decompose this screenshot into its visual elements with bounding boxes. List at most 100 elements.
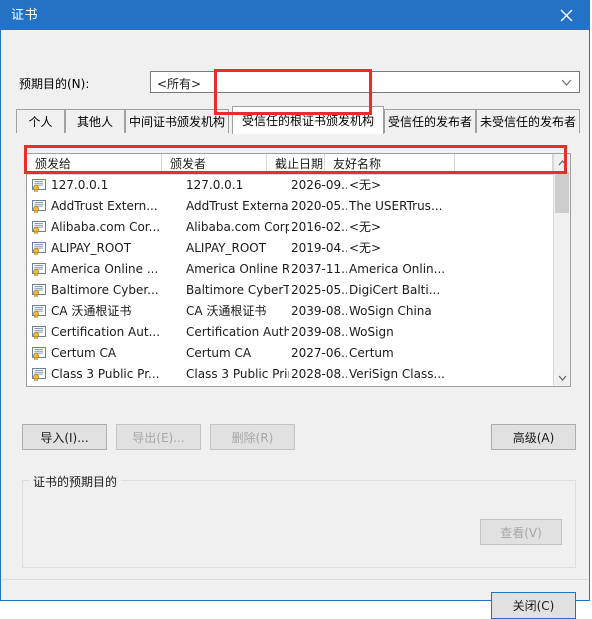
column-header-2[interactable]: 截止日期 [267,154,325,174]
intended-purpose-combobox[interactable]: <所有> [150,71,580,93]
cell-expiry: 2019-04... [291,241,347,255]
cell-friendly: WoSign [349,325,394,339]
close-glyph [560,9,572,22]
advanced-button[interactable]: 高级(A) [491,424,576,450]
table-row[interactable]: America Online ... America Online Ro...20… [27,259,553,280]
scrollbar-thumb[interactable] [555,172,569,213]
certificate-store-tabs: 个人 其他人 中间证书颁发机构 受信任的根证书颁发机构 受信任的发布者 未受信任的发布者 [16,106,580,134]
cell-issued_by: Alibaba.com Corp... [186,220,289,234]
cell-friendly: WoSign China [349,304,432,318]
import-button[interactable]: 导入(I)... [22,424,107,450]
cell-expiry: 2027-06... [291,346,347,360]
column-header-3[interactable]: 友好名称 [325,154,455,174]
list-rows: 127.0.0.1 127.0.0.1 2026-09... <无> AddTrust … [27,175,553,386]
intended-purpose-label: 预期目的(N): [19,77,90,91]
dialog-client-area: 预期目的(N): <所有> 个人 其他人 中间证书颁发机构 受信任的根证书颁发机构 受信… [2,30,588,619]
chevron-up-icon[interactable] [554,154,570,171]
cell-issued_by: America Online Ro... [186,262,289,276]
delete-button: 删除(R) [210,424,295,450]
tab-label: 中间证书颁发机构 [129,115,226,129]
list-scrollbar[interactable] [553,154,570,386]
certificate-icon [32,179,46,192]
tab-label: 个人 [28,115,53,129]
cell-expiry: 2039-08... [291,304,347,318]
table-row[interactable]: CA 沃通根证书 CA 沃通根证书 2039-08... WoSign China [27,301,553,322]
cell-issued_to: AddTrust Extern... [51,199,158,213]
cell-issued_by: ALIPAY_ROOT [186,241,267,255]
certificate-icon [32,221,46,234]
table-row[interactable]: Class 3 Public Pr... Class 3 Public Prim.… [27,364,553,385]
tab-5[interactable]: 未受信任的发布者 [476,109,580,133]
cell-expiry: 2025-05... [291,283,347,297]
cell-issued_to: Certification Aut... [51,325,161,339]
certificate-icon [32,200,46,213]
tab-4[interactable]: 受信任的发布者 [384,109,476,133]
window-title: 证书 [11,8,39,23]
view-button: 查看(V) [480,519,562,545]
tab-2[interactable]: 中间证书颁发机构 [125,109,229,133]
cell-expiry: 2037-11... [291,262,347,276]
certificate-icon [32,284,46,297]
list-header: 颁发给 颁发者 截止日期 友好名称 [27,154,570,175]
chevron-down-glyph [558,375,566,381]
certificate-icon [32,242,46,255]
tab-label: 其他人 [76,115,113,129]
chevron-down-icon [561,79,572,86]
column-header-4[interactable] [455,154,553,174]
cell-friendly: <无> [349,178,382,192]
certificate-icon [32,326,46,339]
certificate-icon [32,368,46,381]
certificate-icon [32,305,46,318]
tab-label: 未受信任的发布者 [480,115,577,129]
cell-issued_by: Baltimore CyberTr... [186,283,289,297]
intended-purpose-value: <所有> [157,77,202,91]
close-icon[interactable] [543,1,589,30]
cell-friendly: <无> [349,220,382,234]
cell-friendly: America Onlin... [349,262,446,276]
cell-issued_to: Class 3 Public Pr... [51,367,160,381]
table-row[interactable]: ALIPAY_ROOT ALIPAY_ROOT 2019-04... <无> [27,238,553,259]
cell-friendly: VeriSign Class... [349,367,445,381]
tab-1[interactable]: 其他人 [65,109,125,133]
table-row[interactable]: Alibaba.com Cor... Alibaba.com Corp...201… [27,217,553,238]
cell-friendly: <无> [349,241,382,255]
cell-issued_to: Baltimore Cyber... [51,283,159,297]
certificate-icon [32,263,46,276]
column-header-1[interactable]: 颁发者 [162,154,267,174]
table-row[interactable]: Certification Aut... Certification Autho.… [27,322,553,343]
tab-3[interactable]: 受信任的根证书颁发机构 [232,106,384,134]
cell-friendly: Certum [349,346,394,360]
cell-friendly: DigiCert Balti... [349,283,441,297]
cell-issued_to: 127.0.0.1 [51,178,109,192]
cell-friendly: The USERTrus... [349,199,443,213]
table-row[interactable]: AddTrust Extern... AddTrust External ...2… [27,196,553,217]
close-button[interactable]: 关闭(C) [491,592,576,619]
cell-expiry: 2028-08... [291,367,347,381]
cell-expiry: 2026-09... [291,178,347,192]
certificate-icon [32,347,46,360]
cell-expiry: 2016-02... [291,220,347,234]
certificates-list[interactable]: 颁发给 颁发者 截止日期 友好名称 127.0.0.1 127.0.0.1 2026-09… [26,153,571,387]
cell-expiry: 2020-05... [291,199,347,213]
column-header-0[interactable]: 颁发给 [27,154,162,174]
cell-issued_by: 127.0.0.1 [186,178,244,192]
table-row[interactable]: 127.0.0.1 127.0.0.1 2026-09... <无> [27,175,553,196]
cell-issued_by: Class 3 Public Prim... [186,367,289,381]
cell-expiry: 2039-08... [291,325,347,339]
tab-label: 受信任的发布者 [388,115,473,129]
tab-0[interactable]: 个人 [16,109,65,133]
cell-issued_to: CA 沃通根证书 [51,304,132,318]
cell-issued_by: Certum CA [186,346,252,360]
intended-purposes-groupbox-label: 证书的预期目的 [29,473,122,490]
certificates-dialog: 证书 预期目的(N): <所有> 个人 其他人 中间证书颁发机构 受信任的根证书颁发机… [0,0,590,619]
cell-issued_to: Alibaba.com Cor... [51,220,161,234]
cell-issued_to: Certum CA [51,346,117,360]
cell-issued_by: AddTrust External ... [186,199,289,213]
table-row[interactable]: Baltimore Cyber... Baltimore CyberTr...20… [27,280,553,301]
chevron-down-icon[interactable] [554,369,570,386]
cell-issued_by: Certification Autho... [186,325,289,339]
cell-issued_by: CA 沃通根证书 [186,304,267,318]
table-row[interactable]: Certum CA Certum CA 2027-06... Certum [27,343,553,364]
cell-issued_to: America Online ... [51,262,159,276]
chevron-up-glyph [558,159,566,165]
